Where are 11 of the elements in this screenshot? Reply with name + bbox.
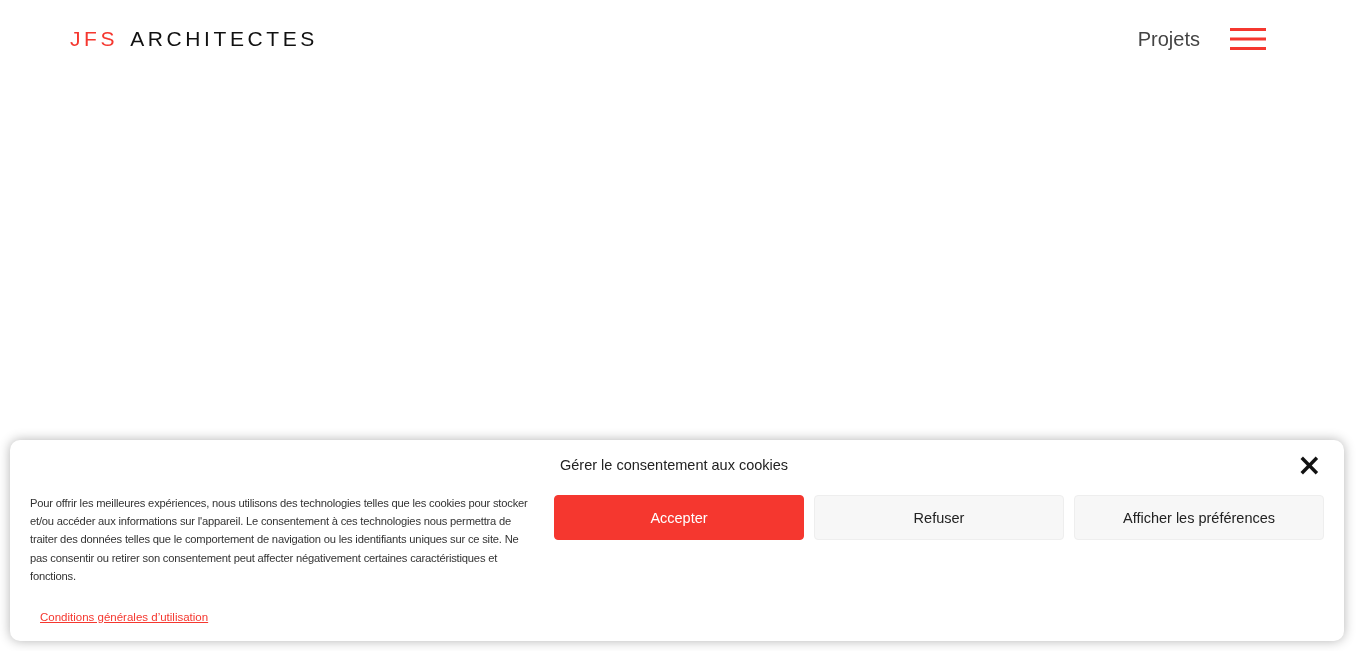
accept-button[interactable]: Accepter [554, 495, 804, 540]
option-button[interactable]: Afficher les préférences [1074, 495, 1324, 540]
banner-title: Gérer le consentement aux cookies [560, 457, 789, 473]
close-button[interactable]: × [1294, 453, 1324, 477]
menu-icon[interactable] [1230, 28, 1266, 50]
logo-accent: JFS [70, 27, 119, 50]
logo-text: ARCHITECTES [130, 27, 318, 50]
option-button[interactable]: Refuser [814, 495, 1064, 540]
cookie-message: Pour offrir les meilleures expériences, nous utilisons des technologies telles que les cookies pour stocker et/ou accéder aux informations sur l'appareil. Le consentement à ces technologies nous permettra de traiter des données telles que le comportement de navigation ou les identifiants uniques sur ce site. Ne pas consentir ou retirer son consentement peut affecter négativement certaines caractéristiques et fonctions. [30, 496, 529, 584]
terms-link[interactable]: Conditions générales d’utilisation [40, 611, 209, 623]
nav-link[interactable]: Projets [1137, 27, 1200, 51]
